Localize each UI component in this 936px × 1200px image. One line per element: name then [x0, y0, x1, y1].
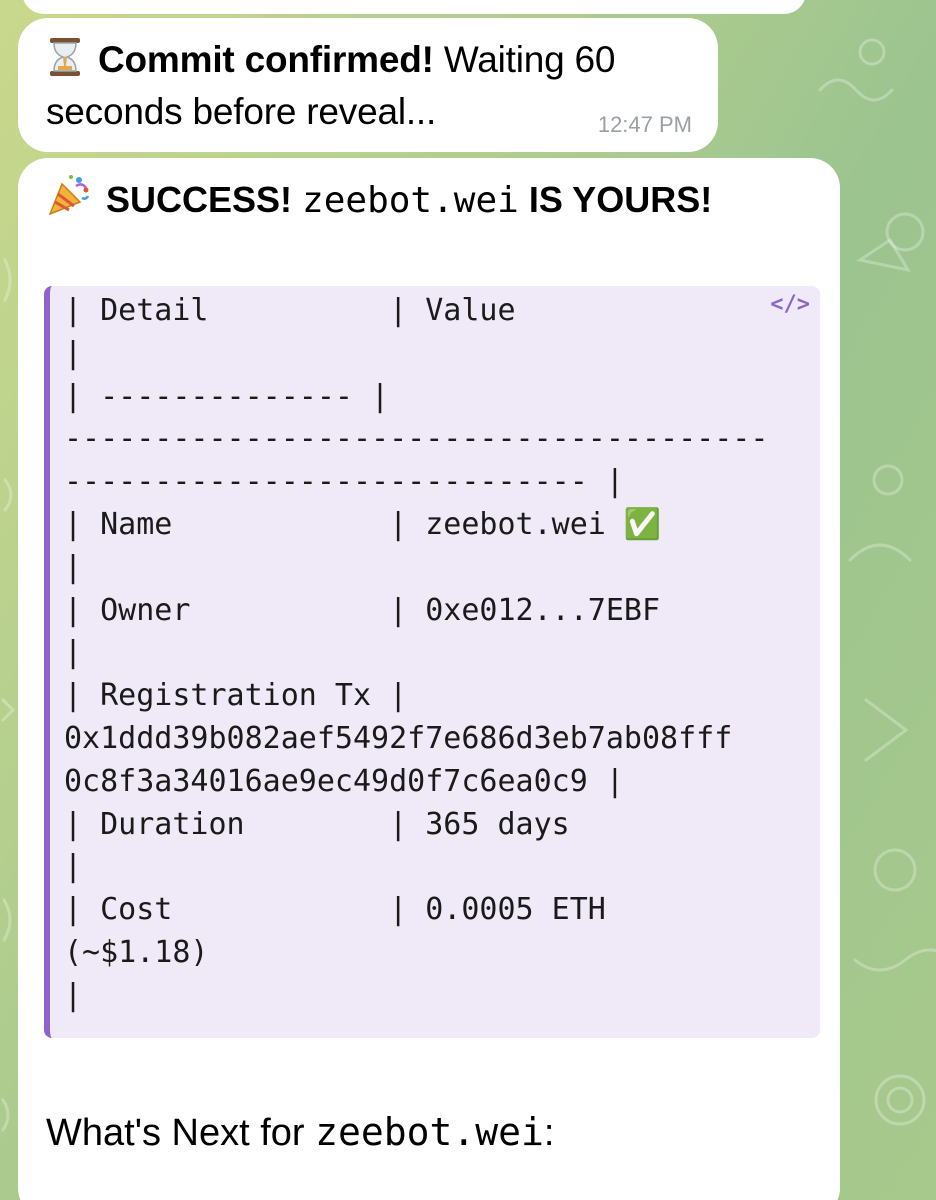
code-icon[interactable]: </>	[770, 292, 810, 317]
code-line: |	[64, 977, 83, 1013]
code-line: |	[64, 335, 83, 371]
code-line: | Detail | Value	[64, 293, 516, 328]
whats-next-heading: What's Next for zeebot.wei:	[46, 1106, 554, 1159]
code-line: |	[64, 549, 83, 585]
code-block: </> | Detail | Value | | -------------- | -…	[44, 286, 820, 1038]
code-line: | Cost | 0.0005 ETH	[64, 892, 606, 928]
is-yours-label: IS YOURS!	[528, 179, 713, 220]
previous-message-bubble[interactable]	[22, 0, 806, 14]
party-popper-icon	[48, 175, 90, 216]
commit-waiting-text: Waiting 60	[443, 39, 616, 80]
code-line: ---------------------------------------	[64, 421, 769, 457]
code-line: | Owner | 0xe012...7EBF	[64, 592, 661, 628]
code-line: ----------------------------- |	[64, 464, 624, 500]
commit-confirmed-label: Commit confirmed!	[98, 39, 434, 80]
domain-name-inline: zeebot.wei	[315, 1110, 544, 1154]
success-headline: SUCCESS! zeebot.wei IS YOURS!	[46, 172, 712, 227]
code-line: 0c8f3a34016ae9ec49d0f7c6ea0c9 |	[64, 763, 624, 799]
domain-name-inline: zeebot.wei	[302, 180, 519, 221]
commit-message-text: Commit confirmed! Waiting 60 seconds bef…	[46, 34, 690, 138]
code-line: |	[64, 635, 83, 671]
hourglass-icon	[50, 38, 80, 76]
code-line: | -------------- |	[64, 378, 390, 414]
code-line: | Duration | 365 days	[64, 806, 570, 842]
code-line: | Registration Tx |	[64, 678, 408, 714]
registration-details-table: | Detail | Value | | -------------- | -----…	[64, 290, 768, 1018]
success-message-bubble[interactable]: SUCCESS! zeebot.wei IS YOURS! </> | Deta…	[18, 158, 840, 1200]
code-line: |	[64, 849, 83, 885]
success-label: SUCCESS!	[106, 179, 293, 220]
commit-message-bubble[interactable]: Commit confirmed! Waiting 60 seconds bef…	[18, 18, 718, 152]
code-line: (~$1.18)	[64, 934, 209, 970]
message-timestamp: 12:47 PM	[597, 112, 692, 137]
code-line: 0x1ddd39b082aef5492f7e686d3eb7ab08fff	[64, 720, 733, 756]
whats-next-colon: :	[543, 1112, 555, 1154]
whats-next-label: What's Next for	[46, 1112, 305, 1154]
code-line: | Name | zeebot.wei ✅	[64, 506, 662, 542]
commit-waiting-text-continued: seconds before reveal...	[46, 91, 437, 132]
